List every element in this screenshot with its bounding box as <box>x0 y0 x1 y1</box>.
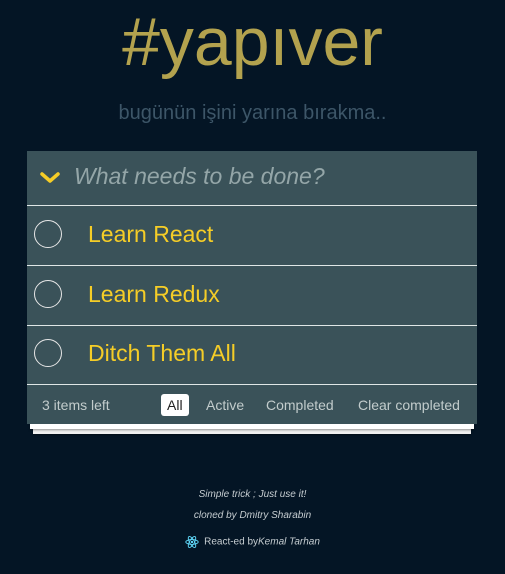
todo-footer: 3 items left All Active Completed Clear … <box>27 385 477 424</box>
todo-checkbox[interactable] <box>34 280 62 308</box>
todo-label[interactable]: Learn React <box>88 220 213 248</box>
chevron-down-icon[interactable] <box>39 165 61 191</box>
todo-item: Ditch Them All <box>27 325 477 385</box>
react-prefix: React-ed by <box>204 536 259 548</box>
filter-all[interactable]: All <box>161 394 189 416</box>
new-todo-input[interactable] <box>74 161 464 191</box>
app-subtitle: bugünün işini yarına bırakma.. <box>118 102 387 124</box>
todo-label[interactable]: Ditch Them All <box>88 339 236 367</box>
todo-item: Learn React <box>27 206 477 266</box>
stack-shadow-1 <box>30 424 474 429</box>
todo-checkbox[interactable] <box>34 220 62 248</box>
info-tagline: Simple trick ; Just use it! <box>198 489 307 500</box>
items-left-count: 3 items left <box>42 397 110 413</box>
todo-item: Learn Redux <box>27 266 477 326</box>
clear-completed-button[interactable]: Clear completed <box>358 397 460 413</box>
app-title: #yapıver <box>122 4 383 80</box>
todo-app: Learn React Learn Redux Ditch Them All 3… <box>27 151 477 424</box>
author-link[interactable]: Kemal Tarhan <box>258 537 320 548</box>
todo-checkbox[interactable] <box>34 339 62 367</box>
todo-label[interactable]: Learn Redux <box>88 280 220 308</box>
new-todo-row <box>27 151 477 206</box>
filter-active[interactable]: Active <box>200 394 250 416</box>
react-logo-icon <box>185 536 199 548</box>
info-credit: cloned by Dmitry Sharabin <box>193 510 312 521</box>
filter-completed[interactable]: Completed <box>260 394 340 416</box>
stack-shadow-2 <box>33 429 471 434</box>
info-react-credit: React-ed byKemal Tarhan <box>0 535 505 549</box>
